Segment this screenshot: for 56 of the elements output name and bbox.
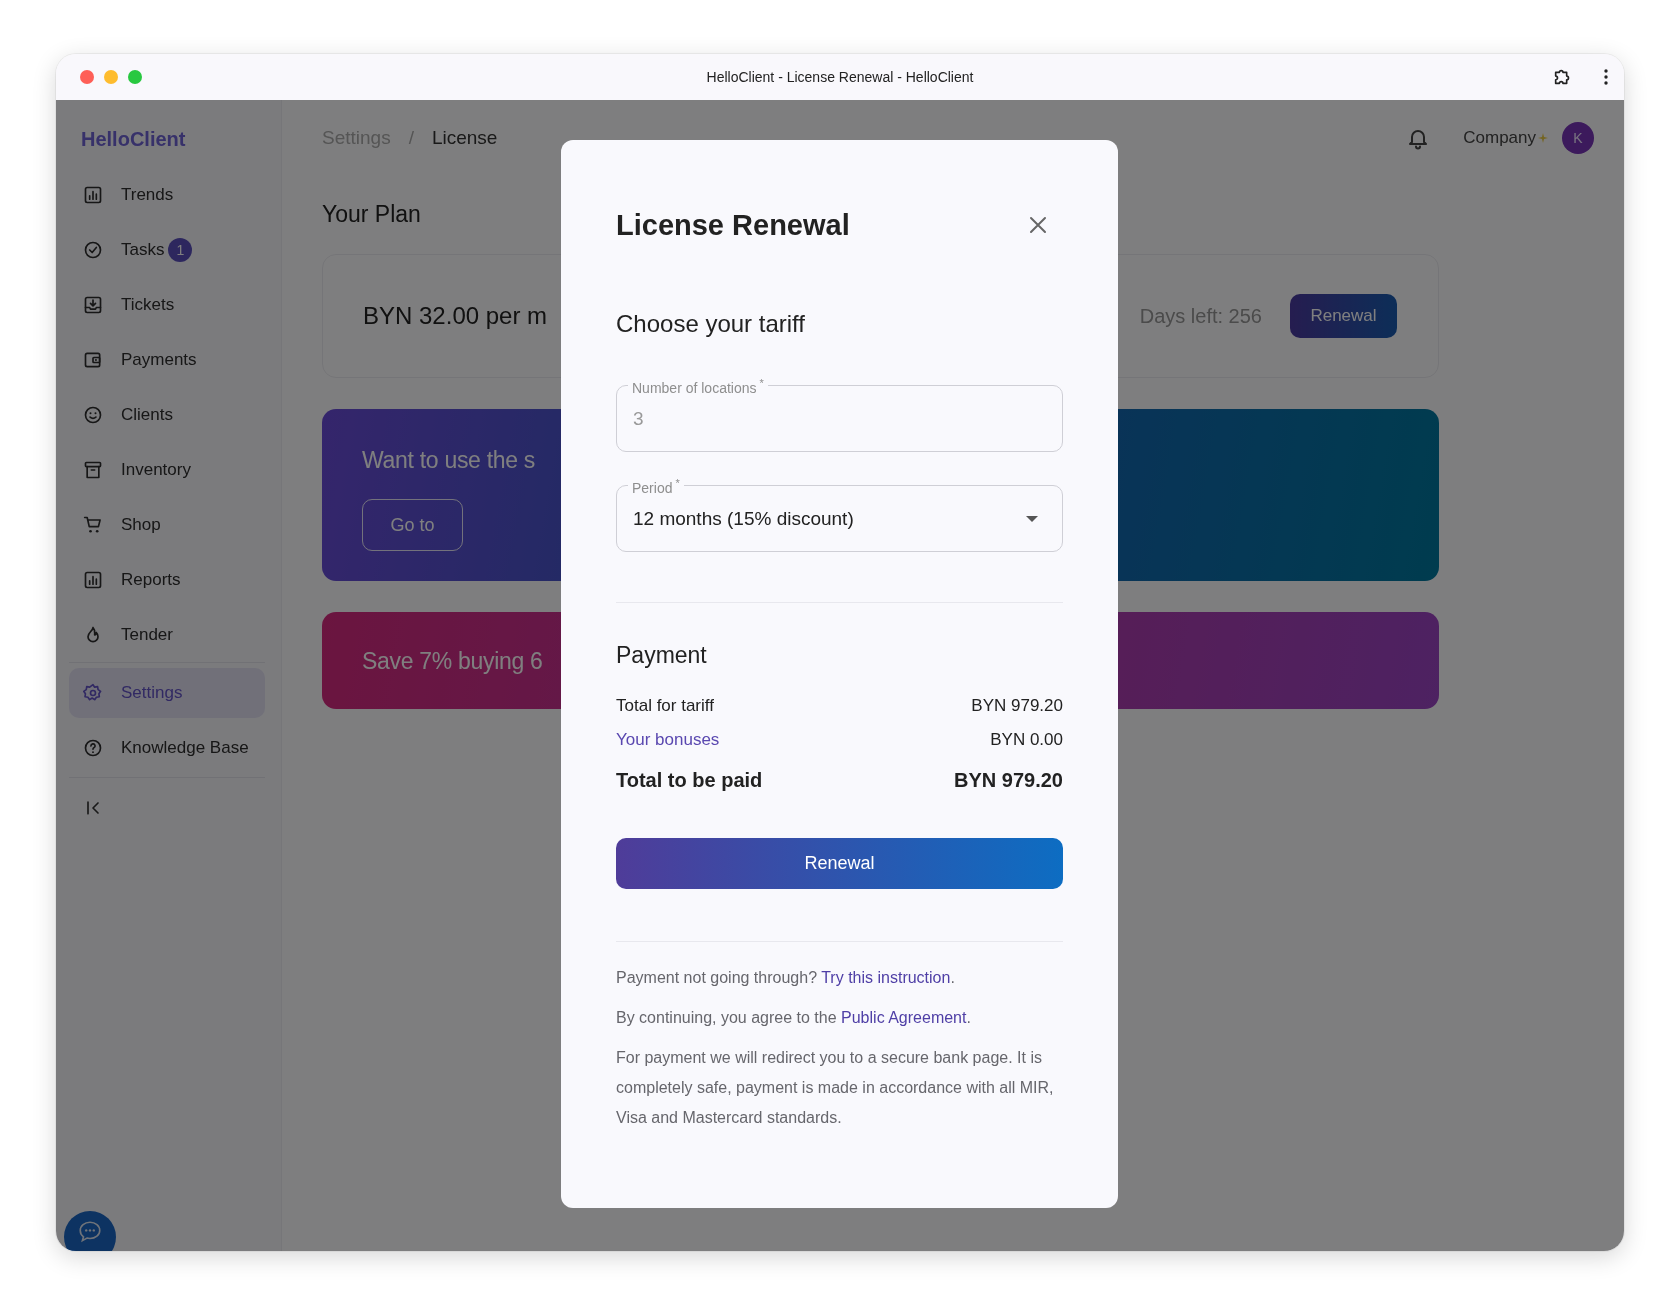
note-link[interactable]: Try this instruction xyxy=(821,969,951,986)
payment-amount: BYN 0.00 xyxy=(990,729,1063,751)
maximize-window-button[interactable] xyxy=(128,70,142,84)
promo-text: Save 7% buying 6 xyxy=(362,646,543,676)
note-link[interactable]: Public Agreement xyxy=(841,1009,967,1026)
check-circle-icon xyxy=(83,239,103,260)
sidebar-item[interactable]: Knowledge Base xyxy=(69,723,265,773)
plan-price: BYN 32.00 per m xyxy=(363,302,548,330)
breadcrumb-separator: / xyxy=(408,127,414,149)
more-options-icon xyxy=(1604,69,1608,85)
minimize-window-button[interactable] xyxy=(104,70,118,84)
chat-bubble-icon xyxy=(77,1219,103,1245)
payment-label: Total for tariff xyxy=(616,695,714,717)
sidebar-item[interactable]: Tender xyxy=(69,607,265,662)
section-heading: Payment xyxy=(616,641,707,670)
sidebar-item[interactable]: Trends xyxy=(69,167,265,222)
note-text: For payment we will redirect you to a secure bank page. It is completely safe, payment is made in accordance with all MIR, Visa and Mastercard standards. xyxy=(616,1048,1055,1128)
sidebar-item[interactable]: Reports xyxy=(69,552,265,607)
breadcrumb-current: License xyxy=(431,127,498,149)
renewal-button[interactable]: Renewal xyxy=(616,838,1063,889)
total-amount: BYN 979.20 xyxy=(954,768,1063,793)
sidebar-item[interactable]: Settings xyxy=(69,668,265,718)
go-to-button[interactable]: Go to xyxy=(362,499,463,551)
archive-box-icon xyxy=(83,459,103,480)
question-circle-icon xyxy=(83,738,103,758)
gear-icon xyxy=(83,683,103,703)
dialog-title: License Renewal xyxy=(616,208,850,243)
sidebar-item[interactable]: Clients xyxy=(69,387,265,442)
count-badge: 1 xyxy=(168,237,193,262)
total-label: Total to be paid xyxy=(616,768,763,793)
note-text: Payment not going through? Try this instruction. xyxy=(616,968,956,988)
close-window-button[interactable] xyxy=(80,70,94,84)
bonuses-link[interactable]: Your bonuses xyxy=(616,725,720,755)
cart-icon xyxy=(83,514,103,535)
section-title: Your Plan xyxy=(322,200,421,229)
dropdown-caret-icon xyxy=(1026,516,1038,523)
company-name[interactable]: Company xyxy=(1463,128,1536,148)
payment-amount: BYN 979.20 xyxy=(971,695,1063,717)
section-heading: Choose your tariff xyxy=(616,309,805,339)
bar-chart-icon xyxy=(83,184,103,205)
sidebar-item[interactable]: Inventory xyxy=(69,442,265,497)
sidebar-item[interactable]: Payments xyxy=(69,332,265,387)
sidebar-item[interactable]: Tasks 1 xyxy=(69,222,265,277)
sidebar-item[interactable]: Tickets xyxy=(69,277,265,332)
user-avatar[interactable]: K xyxy=(1562,122,1594,154)
note-text: By continuing, you agree to the Public Agreement. xyxy=(616,1008,972,1028)
chat-button[interactable] xyxy=(64,1211,116,1251)
download-tray-icon xyxy=(83,294,103,315)
app-logo: HelloClient xyxy=(81,127,186,152)
renewal-button[interactable]: Renewal xyxy=(1290,294,1397,338)
promo-text: Want to use the s xyxy=(362,446,536,475)
sparkle-icon xyxy=(1538,133,1548,143)
smiley-icon xyxy=(83,404,103,425)
window-title: HelloClient - License Renewal - HelloClient xyxy=(706,69,974,85)
sidebar-item[interactable]: Shop xyxy=(69,497,265,552)
bar-chart-icon xyxy=(83,569,103,590)
